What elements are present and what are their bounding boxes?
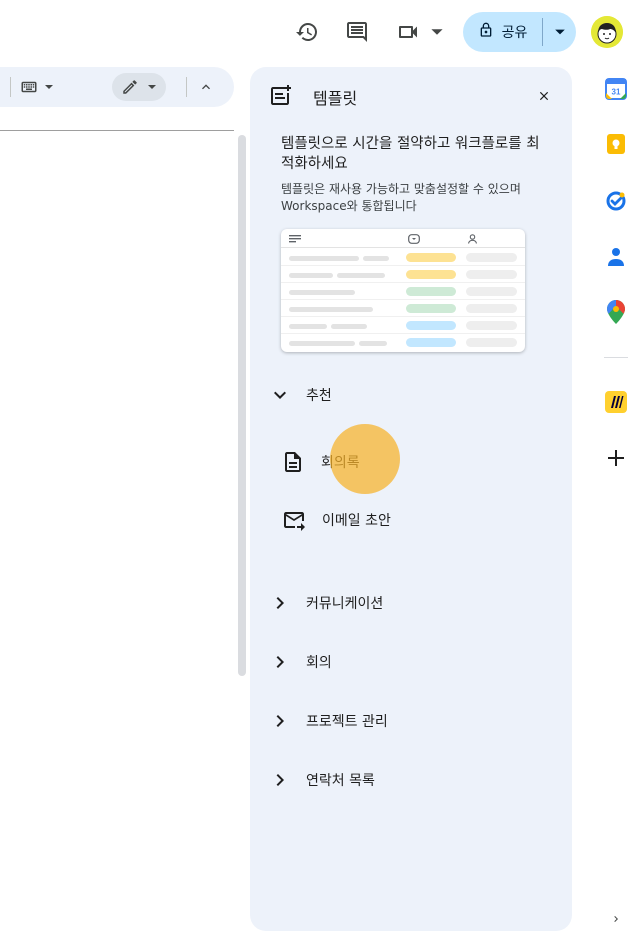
preview-row — [281, 283, 525, 300]
top-header: 공유 — [0, 0, 644, 64]
collapse-toolbar-button[interactable] — [198, 67, 214, 107]
section-contact-list[interactable]: 연락처 목록 — [268, 768, 375, 792]
preview-header — [281, 229, 525, 248]
chevron-right-icon — [276, 715, 284, 727]
preview-row — [281, 266, 525, 283]
email-draft-icon — [284, 512, 305, 531]
templates-icon — [268, 84, 292, 112]
calendar-day: 31 — [612, 88, 621, 97]
person-icon — [468, 234, 477, 244]
keep-icon[interactable] — [603, 131, 629, 157]
section-label: 추천 — [306, 388, 332, 404]
share-dropdown[interactable] — [543, 12, 576, 52]
preview-row — [281, 334, 525, 351]
input-tools-button[interactable] — [20, 67, 54, 107]
editor-toolbar — [0, 67, 234, 107]
chevron-down-icon — [274, 391, 286, 399]
avatar[interactable] — [591, 16, 623, 48]
dropdown-chip-icon — [408, 234, 420, 244]
close-panel-button[interactable] — [534, 86, 554, 106]
toolbar-divider — [10, 77, 11, 97]
document-icon — [285, 452, 301, 472]
template-preview-image — [281, 229, 525, 352]
section-label: 프로젝트 관리 — [306, 714, 388, 730]
panel-headline: 템플릿으로 시간을 절약하고 워크플로를 최적화하세요 — [281, 136, 540, 172]
chevron-right-icon — [276, 656, 284, 668]
meet-button[interactable] — [396, 16, 446, 48]
chevron-down-icon — [45, 85, 53, 89]
panel-title: 템플릿 — [313, 89, 358, 108]
panel-subtext: 템플릿은 재사용 가능하고 맞춤설정할 수 있으며 Workspace와 통합됩… — [281, 182, 521, 213]
template-item-meeting-notes[interactable]: 회의록 — [281, 450, 360, 474]
chevron-down-icon — [431, 29, 443, 35]
editing-mode-button[interactable] — [112, 73, 166, 101]
section-communication[interactable]: 커뮤니케이션 — [268, 591, 383, 615]
comment-icon[interactable] — [341, 16, 373, 48]
section-project-management[interactable]: 프로젝트 관리 — [268, 709, 388, 733]
pencil-icon — [123, 80, 137, 94]
document-ruler-line — [0, 130, 234, 131]
dropdown-icon — [554, 29, 565, 35]
preview-row — [281, 317, 525, 334]
template-item-email-draft[interactable]: 이메일 초안 — [282, 508, 391, 532]
add-icon[interactable] — [603, 445, 629, 471]
chevron-right-icon — [276, 597, 284, 609]
chevron-up-icon — [202, 84, 210, 90]
section-recommended[interactable]: 추천 — [268, 383, 332, 407]
video-icon — [399, 26, 417, 38]
section-label: 연락처 목록 — [306, 773, 375, 789]
keyboard-icon — [21, 81, 37, 93]
maps-icon[interactable] — [603, 299, 629, 325]
preview-row — [281, 249, 525, 266]
document-scrollbar[interactable] — [238, 135, 246, 676]
section-meetings[interactable]: 회의 — [268, 650, 332, 674]
share-button[interactable]: 공유 — [463, 12, 576, 52]
template-item-label: 이메일 초안 — [322, 513, 391, 529]
close-icon — [539, 91, 549, 101]
template-item-label: 회의록 — [321, 455, 360, 471]
section-label: 커뮤니케이션 — [306, 596, 384, 612]
tasks-icon[interactable] — [603, 188, 629, 214]
chevron-down-icon — [148, 85, 156, 89]
chevron-right-icon — [276, 774, 284, 786]
toolbar-divider — [186, 77, 187, 97]
rail-divider — [604, 357, 628, 358]
expand-icon[interactable] — [603, 906, 629, 932]
lock-icon — [478, 21, 494, 43]
history-icon[interactable] — [291, 16, 323, 48]
section-label: 회의 — [306, 655, 332, 671]
preview-row — [281, 300, 525, 317]
share-main[interactable]: 공유 — [463, 12, 542, 52]
miro-icon[interactable] — [603, 389, 629, 415]
contacts-icon[interactable] — [603, 244, 629, 270]
share-label: 공유 — [501, 25, 528, 41]
calendar-icon[interactable]: 31 — [603, 76, 629, 102]
lines-icon — [289, 235, 301, 243]
